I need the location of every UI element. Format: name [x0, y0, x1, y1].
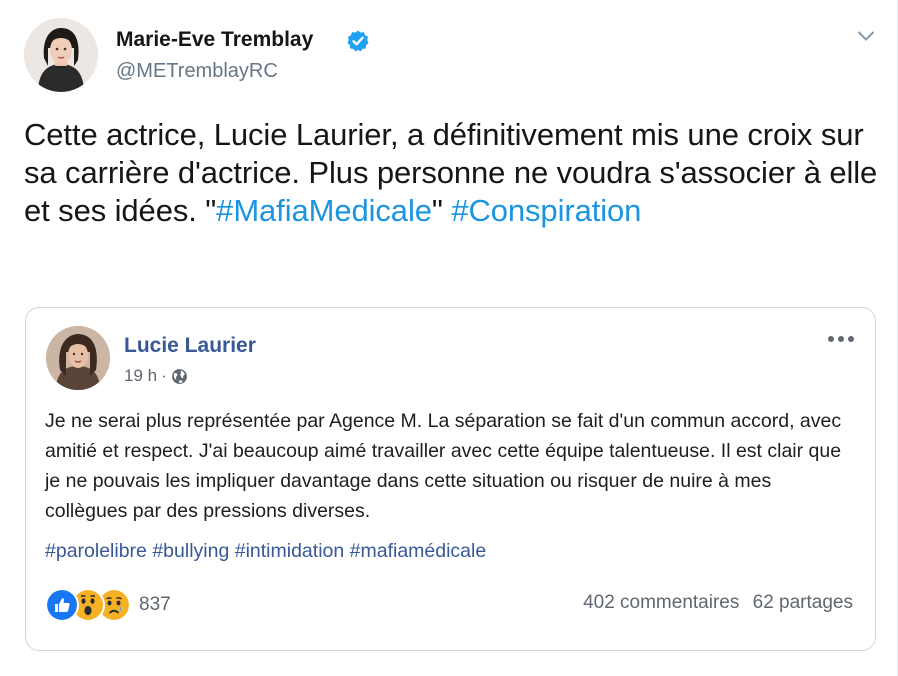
author-handle[interactable]: @METremblayRC: [116, 60, 278, 83]
globe-icon: [171, 368, 187, 384]
more-dots-icon[interactable]: [827, 324, 855, 350]
author-name[interactable]: Marie-Eve Tremblay: [116, 28, 313, 52]
post-meta: 19 h ·: [124, 366, 188, 386]
hashtag-link[interactable]: #MafiaMedicale: [216, 193, 432, 228]
tweet-card: Marie-Eve Tremblay @METremblayRC Cette a…: [0, 0, 898, 676]
post-author-name[interactable]: Lucie Laurier: [124, 334, 256, 358]
tweet-text: Cette actrice, Lucie Laurier, a définiti…: [24, 116, 884, 230]
author-avatar[interactable]: [24, 18, 98, 92]
comments-count-link[interactable]: 402 commentaires: [583, 592, 739, 613]
post-stats: 402 commentaires 62 partages: [583, 592, 853, 614]
shares-count-link[interactable]: 62 partages: [753, 592, 853, 613]
chevron-down-icon[interactable]: [856, 26, 876, 46]
post-body: Je ne serai plus représentée par Agence …: [45, 410, 842, 522]
tweet-text-part: ": [431, 193, 452, 228]
like-icon: [45, 588, 79, 622]
post-time[interactable]: 19 h: [124, 366, 157, 386]
post-hashtag-link[interactable]: #bullying: [152, 540, 229, 562]
post-hashtag-link[interactable]: #intimidation: [235, 540, 344, 562]
embedded-facebook-post[interactable]: Lucie Laurier 19 h · Je ne serai plus re…: [25, 307, 876, 651]
reactions-summary[interactable]: 837: [45, 588, 171, 622]
post-hashtag-link[interactable]: #mafiamédicale: [350, 540, 487, 562]
post-hashtags: #parolelibre #bullying #intimidation #ma…: [45, 540, 486, 563]
hashtag-link[interactable]: #Conspiration: [451, 193, 641, 228]
verified-badge-icon: [347, 30, 369, 52]
post-hashtag-link[interactable]: #parolelibre: [45, 540, 147, 562]
meta-separator: ·: [161, 366, 167, 385]
reaction-count: 837: [139, 594, 171, 615]
post-author-avatar[interactable]: [46, 326, 110, 390]
